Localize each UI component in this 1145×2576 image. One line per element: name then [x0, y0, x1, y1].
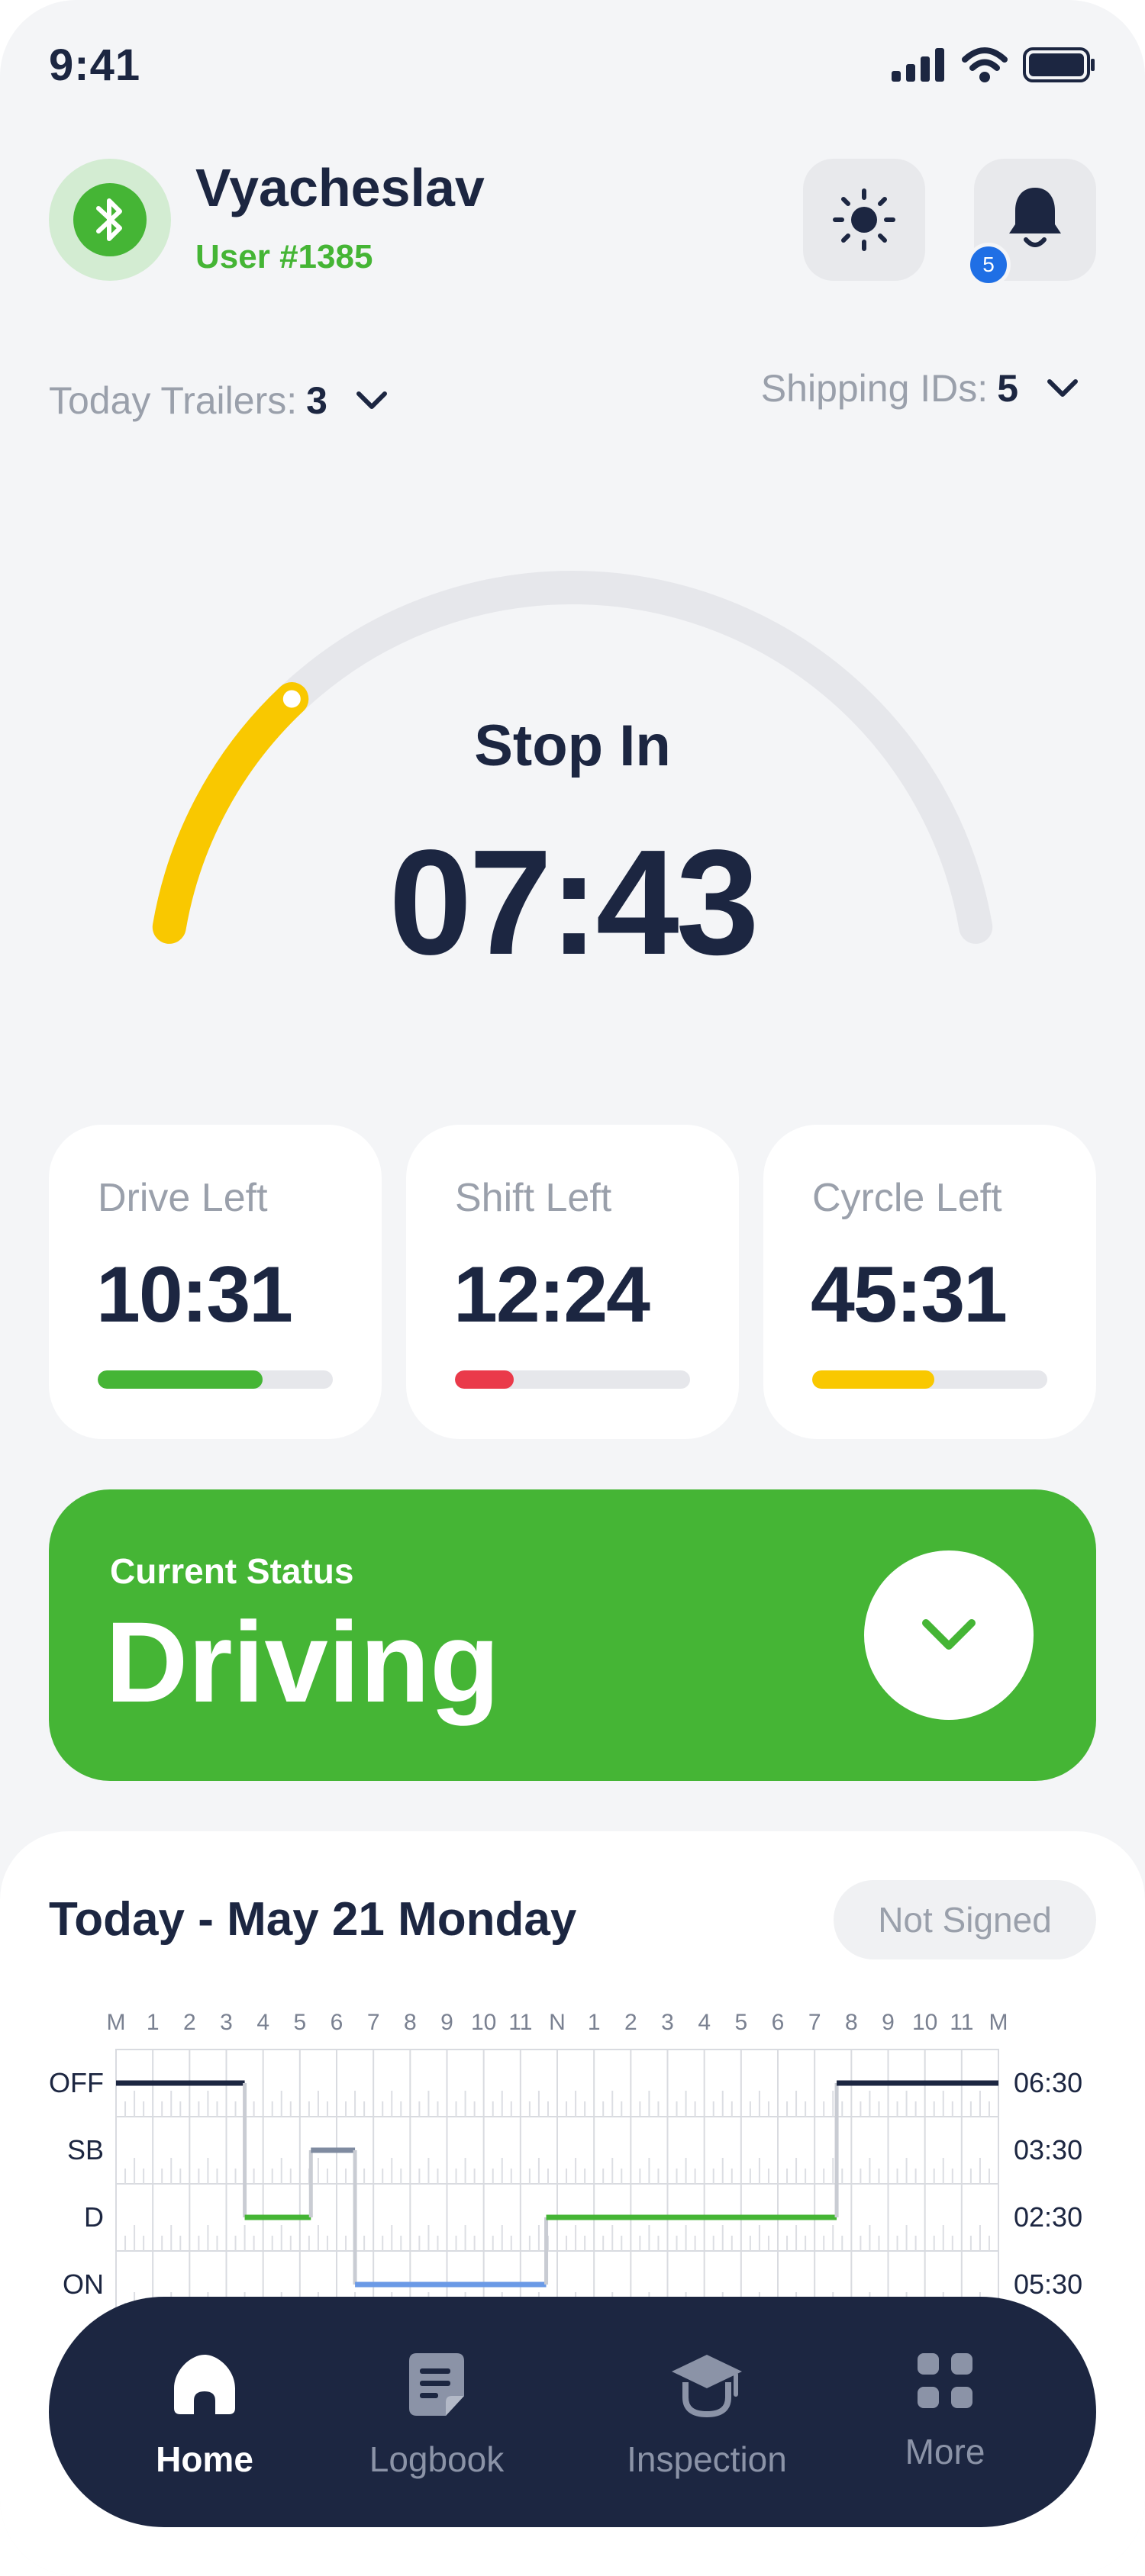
chevron-down-icon	[922, 1619, 976, 1650]
stat-value: 45:31	[811, 1251, 1008, 1339]
stat-value: 12:24	[453, 1251, 650, 1339]
driver-dashboard-screen: 9:41 Vyacheslav User #1385 5 Today Trail…	[0, 0, 1145, 2576]
stat-progress-fill	[455, 1370, 514, 1389]
graph-hour-label: 1	[147, 2010, 160, 2035]
graph-row-label: D	[84, 2201, 104, 2233]
nav-item-inspection[interactable]: Inspection	[592, 2350, 821, 2480]
gauge-label: Stop In	[474, 713, 671, 778]
user-id: User #1385	[195, 238, 373, 275]
stat-value: 10:31	[96, 1251, 293, 1339]
current-status-value: Driving	[105, 1598, 500, 1726]
bluetooth-avatar[interactable]	[49, 159, 171, 281]
home-icon	[174, 2355, 235, 2414]
stat-progress-track	[455, 1370, 690, 1389]
graph-hour-label: 3	[661, 2010, 674, 2035]
stat-progress-track	[812, 1370, 1047, 1389]
graph-row-total: 06:30	[1014, 2067, 1082, 2098]
graph-hour-label: 2	[183, 2010, 196, 2035]
stat-label: Cyrcle Left	[812, 1176, 1002, 1220]
nav-item-more[interactable]: More	[831, 2350, 1060, 2472]
nav-label: Home	[156, 2439, 253, 2479]
logbook-icon	[409, 2353, 464, 2416]
grid-icon	[918, 2353, 972, 2408]
graph-hour-label: N	[549, 2010, 566, 2035]
nav-item-logbook[interactable]: Logbook	[322, 2350, 551, 2480]
shipping-ids-selector[interactable]: Shipping IDs: 5	[761, 366, 1079, 411]
graph-hour-label: 7	[367, 2010, 380, 2035]
change-status-button[interactable]	[864, 1550, 1034, 1720]
graph-hour-label: 7	[808, 2010, 821, 2035]
stat-progress-fill	[98, 1370, 263, 1389]
graph-row-total: 05:30	[1014, 2268, 1082, 2300]
graph-hour-label: 8	[404, 2010, 417, 2035]
graph-hour-label: 8	[845, 2010, 858, 2035]
shipping-ids-count: 5	[997, 367, 1018, 410]
trailers-count: 3	[306, 379, 327, 422]
inspection-icon	[672, 2355, 742, 2418]
battery-icon	[1023, 47, 1095, 82]
graph-hour-label: 6	[331, 2010, 344, 2035]
graph-hour-label: M	[989, 2010, 1008, 2035]
gauge-knob	[276, 683, 308, 715]
stat-progress-fill	[812, 1370, 935, 1389]
sign-status-badge[interactable]: Not Signed	[834, 1880, 1096, 1959]
drive-left-card[interactable]: Drive Left 10:31	[49, 1125, 382, 1439]
chevron-down-icon	[1047, 379, 1078, 397]
trailers-label: Today Trailers:	[49, 379, 298, 422]
cycle-left-card[interactable]: Cyrcle Left 45:31	[763, 1125, 1096, 1439]
shipping-ids-label: Shipping IDs:	[760, 367, 989, 410]
graph-hour-label: 9	[882, 2010, 895, 2035]
graph-hour-label: 10	[471, 2010, 496, 2035]
graph-hour-label: 3	[220, 2010, 233, 2035]
notification-count-badge: 5	[966, 243, 1011, 287]
nav-label: Logbook	[369, 2439, 505, 2479]
graph-hour-label: 11	[508, 2010, 532, 2035]
graph-hour-label: 2	[624, 2010, 637, 2035]
bell-icon	[1009, 188, 1061, 247]
stat-label: Shift Left	[455, 1176, 612, 1220]
cellular-signal-icon	[892, 48, 944, 82]
graph-hour-label: 9	[440, 2010, 453, 2035]
graph-row-label: SB	[67, 2134, 104, 2165]
graph-hour-label: 5	[734, 2010, 747, 2035]
bottom-navigation: Home Logbook Inspection More	[49, 2297, 1096, 2527]
chevron-down-icon	[356, 391, 387, 409]
shift-left-card[interactable]: Shift Left 12:24	[406, 1125, 739, 1439]
wifi-icon	[962, 47, 1008, 82]
status-bar-icons	[892, 47, 1096, 82]
stat-progress-track	[98, 1370, 333, 1389]
stat-label: Drive Left	[98, 1176, 268, 1220]
bluetooth-icon	[96, 198, 122, 241]
sun-icon	[833, 188, 895, 251]
graph-row-label: OFF	[49, 2067, 104, 2098]
nav-item-home[interactable]: Home	[90, 2350, 319, 2480]
graph-hour-label: 5	[293, 2010, 306, 2035]
gauge-time-value: 07:43	[389, 819, 759, 986]
graph-hour-label: 4	[256, 2010, 269, 2035]
graph-hour-label: M	[107, 2010, 126, 2035]
current-status-caption: Current Status	[110, 1551, 354, 1591]
trailers-selector[interactable]: Today Trailers: 3	[49, 378, 389, 423]
current-status-card[interactable]: Current Status Driving	[49, 1489, 1096, 1781]
nav-label: Inspection	[627, 2439, 787, 2479]
status-bar-time: 9:41	[49, 40, 141, 90]
graph-hour-label: 10	[912, 2010, 937, 2035]
graph-hour-label: 4	[698, 2010, 711, 2035]
graph-hour-label: 1	[588, 2010, 601, 2035]
graph-row-label: ON	[63, 2268, 104, 2300]
graph-row-total: 03:30	[1014, 2134, 1082, 2165]
user-name: Vyacheslav	[195, 158, 485, 217]
bluetooth-badge	[73, 183, 147, 256]
log-date-title: Today - May 21 Monday	[49, 1893, 577, 1946]
graph-row-total: 02:30	[1014, 2201, 1082, 2233]
graph-hour-label: 11	[950, 2010, 973, 2035]
nav-label: More	[905, 2432, 985, 2471]
graph-hour-label: 6	[772, 2010, 785, 2035]
theme-toggle-button[interactable]	[803, 159, 925, 281]
